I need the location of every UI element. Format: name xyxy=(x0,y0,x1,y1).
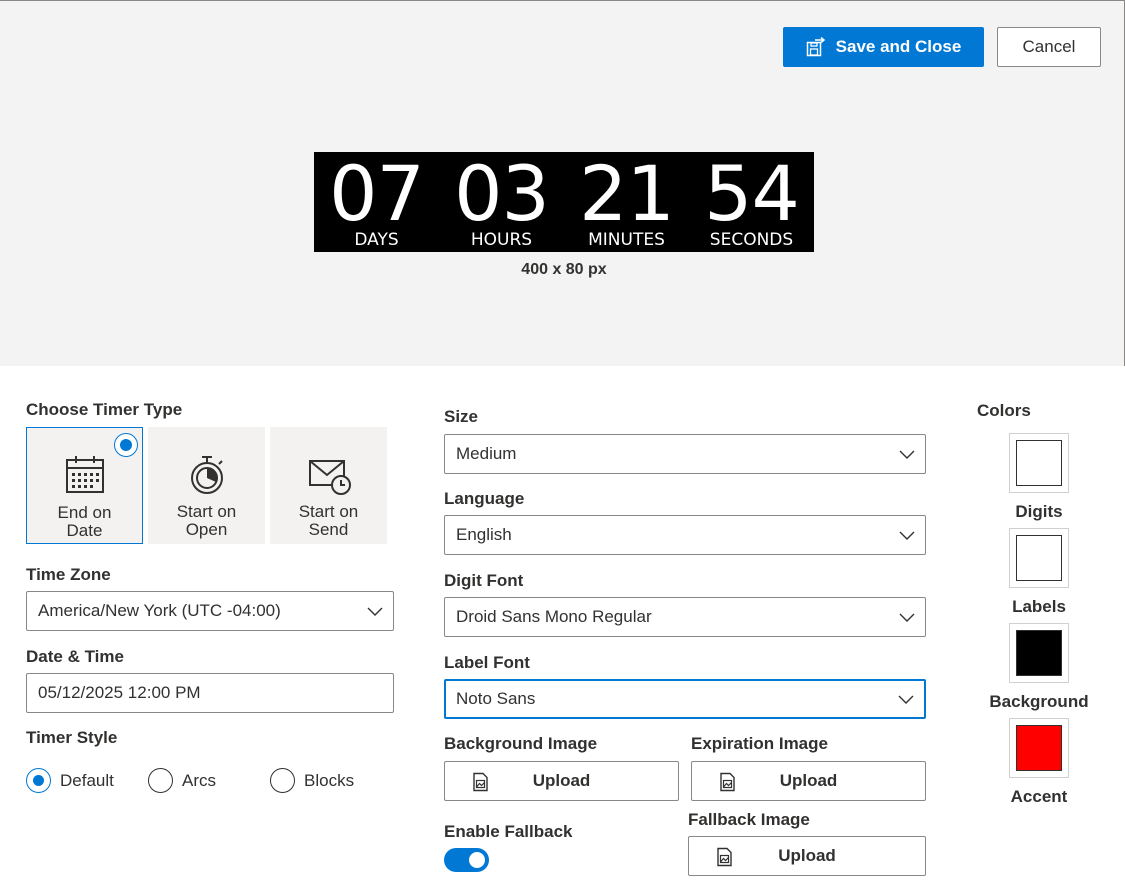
timer-style-default-radio[interactable]: Default xyxy=(26,768,114,793)
tile-label: End on Date xyxy=(27,504,142,540)
stopwatch-icon xyxy=(190,456,223,494)
timer-digits: 07 xyxy=(329,149,425,238)
preview-dimensions: 400 x 80 px xyxy=(521,261,607,278)
timer-unit-hours: 03 HOURS xyxy=(439,152,564,252)
label-font-dropdown[interactable]: Noto Sans xyxy=(444,679,926,719)
image-upload-icon xyxy=(717,847,732,867)
background-color-swatch[interactable] xyxy=(1009,623,1069,683)
date-time-label: Date & Time xyxy=(26,647,124,666)
tile-label-line: Start on xyxy=(298,502,359,521)
calendar-icon xyxy=(65,456,104,493)
labels-color-label: Labels xyxy=(1012,597,1066,616)
save-icon xyxy=(806,37,825,57)
date-time-input[interactable]: 05/12/2025 12:00 PM xyxy=(26,673,394,713)
radio-label: Blocks xyxy=(304,770,355,790)
upload-label: Upload xyxy=(779,771,838,790)
envelope-clock-icon xyxy=(308,460,351,495)
timer-type-heading: Choose Timer Type xyxy=(26,400,183,419)
chevron-down-icon xyxy=(367,607,383,616)
accent-color-swatch[interactable] xyxy=(1009,718,1069,778)
upload-label: Upload xyxy=(532,771,591,790)
tile-label: Start on Send xyxy=(270,503,387,539)
timer-unit-days: 07 DAYS xyxy=(314,152,439,252)
digit-font-label: Digit Font xyxy=(444,571,524,590)
swatch-fill xyxy=(1016,725,1062,771)
timer-unit-minutes: 21 MINUTES xyxy=(564,152,689,252)
countdown-timer-preview: 07 DAYS 03 HOURS 21 MINUTES 54 SECONDS xyxy=(314,152,814,252)
size-value: Medium xyxy=(456,444,517,463)
colors-heading: Colors xyxy=(977,401,1031,420)
language-dropdown[interactable]: English xyxy=(444,515,926,555)
timer-unit-seconds: 54 SECONDS xyxy=(689,152,814,252)
timer-type-start-on-send[interactable]: Start on Send xyxy=(270,427,387,544)
enable-fallback-toggle[interactable] xyxy=(444,848,489,872)
tile-label-line: Send xyxy=(308,520,349,539)
swatch-fill xyxy=(1016,440,1062,486)
background-color-label: Background xyxy=(989,692,1089,711)
timer-type-start-on-open[interactable]: Start on Open xyxy=(148,427,265,544)
tile-label-line: Open xyxy=(185,520,228,539)
language-label: Language xyxy=(444,489,525,508)
swatch-fill xyxy=(1016,535,1062,581)
timer-label: MINUTES xyxy=(588,230,665,250)
accent-color-label: Accent xyxy=(1010,787,1068,806)
timer-label: HOURS xyxy=(470,230,533,250)
save-and-close-label: Save and Close xyxy=(835,37,962,56)
cancel-button[interactable]: Cancel xyxy=(997,27,1101,67)
chevron-down-icon xyxy=(899,613,915,622)
radio-circle xyxy=(148,768,173,793)
digit-font-value: Droid Sans Mono Regular xyxy=(456,607,652,626)
enable-fallback-label: Enable Fallback xyxy=(444,822,573,841)
timer-style-label: Timer Style xyxy=(26,728,118,747)
radio-circle xyxy=(26,768,51,793)
upload-label: Upload xyxy=(778,846,836,865)
timer-style-arcs-radio[interactable]: Arcs xyxy=(148,768,216,793)
size-label: Size xyxy=(444,407,479,426)
chevron-down-icon xyxy=(898,695,914,704)
background-image-upload-button[interactable]: Upload xyxy=(444,761,679,801)
tile-label: Start on Open xyxy=(148,503,265,539)
preview-area: Save and Close Cancel 07 DAYS 03 HOURS 2… xyxy=(0,0,1125,366)
radio-label: Arcs xyxy=(182,770,216,790)
background-image-label: Background Image xyxy=(444,734,598,753)
image-upload-icon xyxy=(720,772,735,792)
fallback-image-label: Fallback Image xyxy=(688,810,810,829)
timer-label: SECONDS xyxy=(709,230,794,250)
size-dropdown[interactable]: Medium xyxy=(444,434,926,474)
swatch-fill xyxy=(1016,630,1062,676)
radio-label: Default xyxy=(60,770,114,790)
digits-color-swatch[interactable] xyxy=(1009,433,1069,493)
time-zone-value: America/New York (UTC -04:00) xyxy=(38,601,281,620)
label-font-value: Noto Sans xyxy=(456,689,536,708)
fallback-image-upload-button[interactable]: Upload xyxy=(688,836,926,876)
label-font-label: Label Font xyxy=(444,653,530,672)
radio-circle xyxy=(270,768,295,793)
timer-type-end-on-date[interactable]: End on Date xyxy=(26,427,143,544)
image-upload-icon xyxy=(473,772,488,792)
selected-radio-indicator xyxy=(114,433,138,457)
timer-style-blocks-radio[interactable]: Blocks xyxy=(270,768,354,793)
chevron-down-icon xyxy=(899,450,915,459)
expiration-image-upload-button[interactable]: Upload xyxy=(691,761,926,801)
labels-color-swatch[interactable] xyxy=(1009,528,1069,588)
timer-label: DAYS xyxy=(354,230,399,250)
tile-label-line: End on xyxy=(57,503,112,522)
chevron-down-icon xyxy=(899,531,915,540)
timer-digits: 54 xyxy=(704,149,800,238)
time-zone-dropdown[interactable]: America/New York (UTC -04:00) xyxy=(26,591,394,631)
date-time-value: 05/12/2025 12:00 PM xyxy=(38,683,201,702)
expiration-image-label: Expiration Image xyxy=(691,734,828,753)
tile-label-line: Start on xyxy=(176,502,237,521)
save-and-close-button[interactable]: Save and Close xyxy=(783,27,984,67)
digit-font-dropdown[interactable]: Droid Sans Mono Regular xyxy=(444,597,926,637)
tile-label-line: Date xyxy=(66,521,103,540)
time-zone-label: Time Zone xyxy=(26,565,111,584)
language-value: English xyxy=(456,525,512,544)
digits-color-label: Digits xyxy=(1015,502,1063,521)
timer-digits: 03 xyxy=(454,149,550,238)
timer-digits: 21 xyxy=(579,149,675,238)
